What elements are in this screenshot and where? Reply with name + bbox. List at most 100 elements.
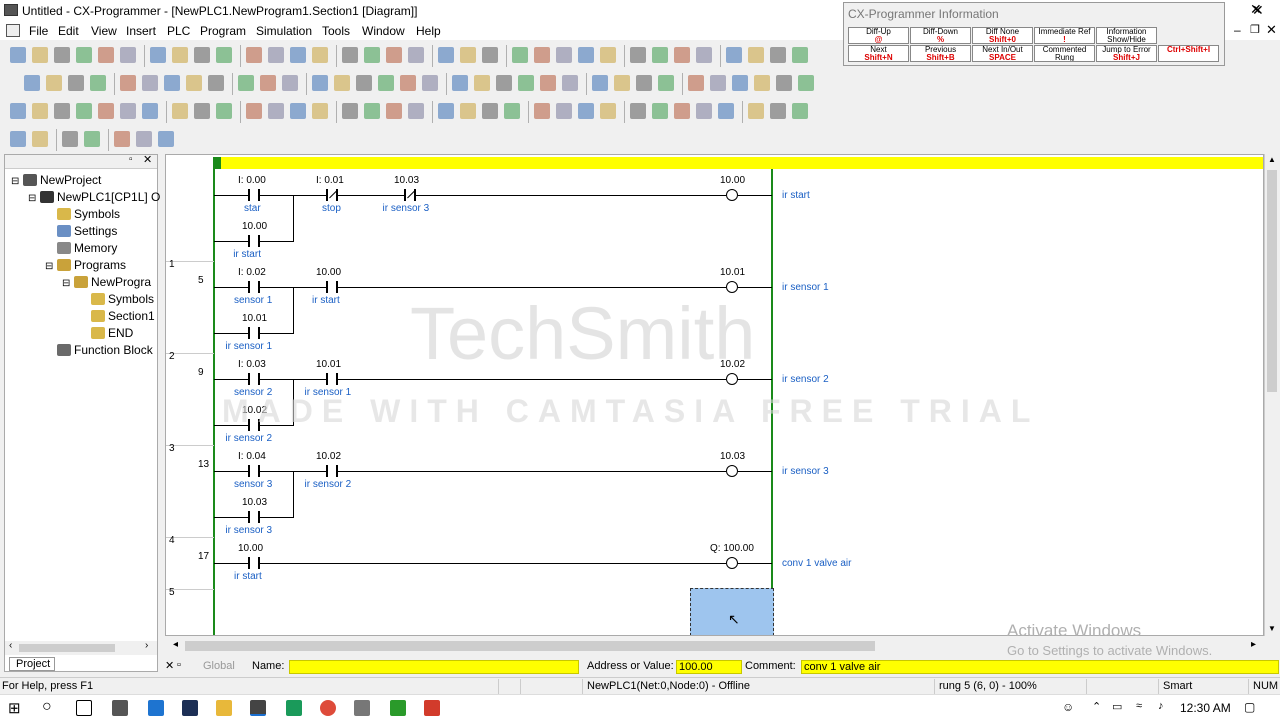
cx-programmer-task-icon[interactable] [250, 700, 266, 716]
panel-pin-icon[interactable]: ▫ [129, 154, 133, 165]
chrome-icon[interactable] [320, 700, 336, 716]
no-contact[interactable] [248, 465, 260, 477]
tb2-tool-icon[interactable] [422, 75, 438, 91]
people-icon[interactable]: ☺ [1062, 700, 1074, 714]
scroll-down-icon[interactable]: ▼ [1268, 624, 1276, 633]
photoshop-icon[interactable] [182, 700, 198, 716]
tb2-tool-icon[interactable] [496, 75, 512, 91]
tb2-tool-icon[interactable] [614, 75, 630, 91]
tb4-tool-icon[interactable] [136, 131, 152, 147]
tb1-tool-icon[interactable] [172, 47, 188, 63]
tb1-tool-icon[interactable] [630, 47, 646, 63]
app-green-icon[interactable] [286, 700, 302, 716]
tree-item[interactable]: Function Block [45, 343, 153, 357]
tb2-tool-icon[interactable] [334, 75, 350, 91]
tree-item[interactable]: ⊟ NewPLC1[CP1L] O [28, 190, 160, 204]
info-button[interactable]: Immediate Ref! [1034, 27, 1095, 44]
menu-view[interactable]: View [91, 24, 117, 38]
tb1-tool-icon[interactable] [696, 47, 712, 63]
tb2-tool-icon[interactable] [776, 75, 792, 91]
network-icon[interactable]: ≈ [1136, 700, 1142, 712]
tree-expander-icon[interactable]: ⊟ [28, 193, 40, 204]
tb1-tool-icon[interactable] [792, 47, 808, 63]
tb2-tool-icon[interactable] [260, 75, 276, 91]
tb3-tool-icon[interactable] [246, 103, 262, 119]
tb2-tool-icon[interactable] [238, 75, 254, 91]
tb3-tool-icon[interactable] [600, 103, 616, 119]
menu-window[interactable]: Window [362, 24, 405, 38]
address-field[interactable]: 100.00 [676, 660, 742, 674]
tb1-tool-icon[interactable] [726, 47, 742, 63]
no-contact[interactable] [248, 557, 260, 569]
tb2-tool-icon[interactable] [46, 75, 62, 91]
tb1-tool-icon[interactable] [652, 47, 668, 63]
hscroll-right-icon[interactable]: ▸ [1251, 639, 1256, 650]
tree-hscrollbar[interactable]: ‹ › [5, 640, 157, 655]
tb2-tool-icon[interactable] [592, 75, 608, 91]
diagram-vscrollbar[interactable]: ▲ ▼ [1264, 154, 1278, 636]
tb3-tool-icon[interactable] [290, 103, 306, 119]
tray-chevron-icon[interactable]: ⌃ [1092, 700, 1101, 713]
tb4-tool-icon[interactable] [62, 131, 78, 147]
edge-icon[interactable] [148, 700, 164, 716]
tb3-tool-icon[interactable] [268, 103, 284, 119]
info-button[interactable]: Diff-Up @ [848, 27, 909, 44]
tree-expander-icon[interactable]: ⊟ [45, 261, 57, 272]
recorder-icon[interactable] [424, 700, 440, 716]
tb1-tool-icon[interactable] [482, 47, 498, 63]
tb3-tool-icon[interactable] [76, 103, 92, 119]
no-contact[interactable] [326, 373, 338, 385]
tb2-tool-icon[interactable] [658, 75, 674, 91]
tb2-tool-icon[interactable] [356, 75, 372, 91]
tb3-tool-icon[interactable] [386, 103, 402, 119]
tree-item[interactable]: ⊟ NewProject [11, 173, 101, 187]
scroll-left-icon[interactable]: ‹ [9, 640, 12, 651]
doc-icon[interactable] [6, 24, 20, 37]
tb1-tool-icon[interactable] [386, 47, 402, 63]
tb2-tool-icon[interactable] [754, 75, 770, 91]
tb3-tool-icon[interactable] [696, 103, 712, 119]
app-icon[interactable] [4, 4, 18, 16]
tb1-tool-icon[interactable] [364, 47, 380, 63]
tb4-tool-icon[interactable] [158, 131, 174, 147]
tb3-tool-icon[interactable] [770, 103, 786, 119]
info-window-close-icon[interactable]: ✕ [1252, 2, 1264, 19]
tb1-tool-icon[interactable] [534, 47, 550, 63]
tb1-tool-icon[interactable] [54, 47, 70, 63]
tb1-tool-icon[interactable] [98, 47, 114, 63]
nc-contact[interactable] [326, 189, 338, 201]
tb3-tool-icon[interactable] [460, 103, 476, 119]
tb1-tool-icon[interactable] [556, 47, 572, 63]
output-coil[interactable] [726, 557, 738, 569]
nc-contact[interactable] [404, 189, 416, 201]
tb3-tool-icon[interactable] [312, 103, 328, 119]
tree-item[interactable]: ⊟ NewProgra [62, 275, 151, 289]
tab-project[interactable]: Project [9, 657, 55, 671]
tb3-tool-icon[interactable] [578, 103, 594, 119]
info-button[interactable]: Next In/Out SPACE [972, 45, 1033, 62]
editbar-close-icon[interactable]: ✕ [165, 659, 174, 672]
ladder-diagram[interactable]: I: 0.00 star I: 0.01 stop 10.03 ir sensor 3 10… [165, 154, 1264, 636]
menu-insert[interactable]: Insert [126, 24, 156, 38]
tb1-tool-icon[interactable] [408, 47, 424, 63]
tb3-tool-icon[interactable] [718, 103, 734, 119]
hscroll-thumb[interactable] [185, 641, 875, 651]
no-contact[interactable] [248, 281, 260, 293]
tb1-tool-icon[interactable] [76, 47, 92, 63]
tb1-tool-icon[interactable] [770, 47, 786, 63]
minimize-icon[interactable]: – [1234, 23, 1241, 37]
tree-expander-icon[interactable]: ⊟ [11, 176, 23, 187]
output-coil[interactable] [726, 465, 738, 477]
no-contact[interactable] [248, 327, 260, 339]
tb3-tool-icon[interactable] [194, 103, 210, 119]
tree-expander-icon[interactable]: ⊟ [62, 278, 74, 289]
tb3-tool-icon[interactable] [630, 103, 646, 119]
tb2-tool-icon[interactable] [68, 75, 84, 91]
tb1-tool-icon[interactable] [246, 47, 262, 63]
comment-field[interactable]: conv 1 valve air [801, 660, 1279, 674]
tb1-tool-icon[interactable] [312, 47, 328, 63]
tb1-tool-icon[interactable] [578, 47, 594, 63]
clock[interactable]: 12:30 AM [1180, 701, 1231, 715]
tb3-tool-icon[interactable] [32, 103, 48, 119]
tb1-tool-icon[interactable] [216, 47, 232, 63]
